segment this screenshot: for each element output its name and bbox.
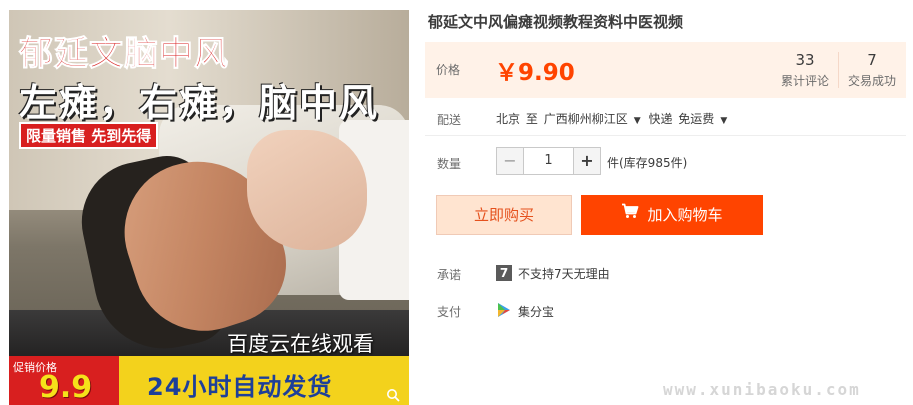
product-main-image[interactable]: 郁延文脑中风 左瘫，右瘫，脑中风 限量销售 先到先得 百度云在线观看 促销价格 …: [9, 10, 409, 405]
delivery-method: 快递: [648, 112, 673, 126]
reviews-count: 33: [795, 51, 815, 69]
delivery-destination: 广西柳州柳江区: [543, 112, 628, 126]
price-panel: 价格 ￥9.90 33 累计评论 7 交易成功: [425, 42, 906, 98]
delivery-fee: 免运费: [678, 112, 715, 126]
delivery-destination-select[interactable]: 广西柳州柳江区 ▼: [544, 112, 643, 126]
cart-icon-svg: [622, 203, 639, 218]
image-overlay-text: 百度云在线观看: [227, 332, 374, 356]
chevron-down-icon: ▼: [720, 116, 728, 126]
quantity-decrease-button[interactable]: −: [496, 147, 524, 175]
reviews-stat[interactable]: 33 累计评论: [775, 51, 835, 89]
jifenbao-icon-svg: [498, 303, 510, 317]
sales-stat: 7 交易成功: [843, 51, 901, 89]
price-label: 价格: [436, 63, 461, 77]
delivery-label: 配送: [437, 113, 462, 127]
delivery-to-word: 至: [525, 112, 538, 126]
stock-text: 件(库存985件): [607, 156, 688, 170]
promise-label: 承诺: [437, 268, 462, 282]
magnifier-icon-svg: [387, 389, 400, 402]
quantity-input[interactable]: 1: [524, 147, 573, 175]
sales-label: 交易成功: [847, 74, 896, 88]
magnifier-icon[interactable]: [386, 388, 400, 402]
sales-count: 7: [867, 51, 877, 69]
add-to-cart-label: 加入购物车: [647, 206, 723, 224]
reviews-label: 累计评论: [780, 74, 829, 88]
buy-now-button[interactable]: 立即购买: [436, 195, 572, 235]
site-watermark: www.xunibaoku.com: [663, 380, 861, 399]
delivery-from: 北京: [496, 112, 521, 126]
payment-text: 集分宝: [518, 305, 555, 319]
quantity-stepper: − 1 +: [496, 147, 601, 175]
seven-day-icon: 7: [496, 265, 512, 281]
price-value: ￥9.90: [495, 60, 575, 86]
promise-text: 不支持7天无理由: [518, 267, 610, 281]
stat-divider: [838, 52, 839, 88]
image-promo-price: 9.9: [39, 370, 93, 405]
chevron-down-icon: ▼: [633, 116, 641, 126]
image-subtitle: 左瘫，右瘫，脑中风: [19, 81, 380, 125]
image-title: 郁延文脑中风: [19, 34, 229, 75]
image-shipping-banner: 24小时自动发货: [147, 373, 333, 401]
delivery-method-select[interactable]: 快递 免运费 ▼: [648, 112, 729, 126]
delivery-row: 北京 至 广西柳州柳江区 ▼ 快递 免运费 ▼: [496, 110, 731, 127]
product-title: 郁延文中风偏瘫视频教程资料中医视频: [428, 13, 684, 31]
cart-icon: [621, 194, 639, 234]
quantity-label: 数量: [437, 157, 462, 171]
jifenbao-icon: [496, 302, 512, 318]
add-to-cart-button[interactable]: 加入购物车: [581, 195, 763, 235]
payment-label: 支付: [437, 305, 462, 319]
image-doctor-hand: [247, 130, 367, 250]
image-limited-tag: 限量销售 先到先得: [19, 122, 159, 149]
quantity-increase-button[interactable]: +: [573, 147, 601, 175]
section-divider: [425, 135, 906, 136]
